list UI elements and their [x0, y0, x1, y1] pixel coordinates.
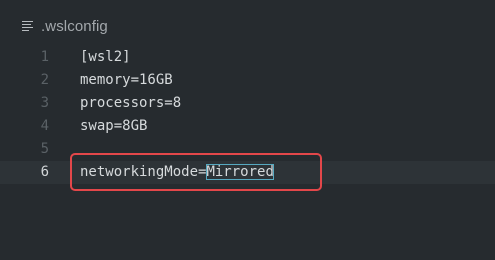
line-text[interactable]: [wsl2]	[80, 46, 131, 69]
code-line[interactable]: 2 memory=16GB	[0, 69, 495, 92]
code-editor[interactable]: .wslconfig 1 [wsl2] 2 memory=16GB 3 proc…	[0, 0, 495, 260]
line-number: 3	[40, 95, 49, 111]
code-line[interactable]: 3 processors=8	[0, 92, 495, 115]
line-text[interactable]: memory=16GB	[80, 69, 173, 92]
line-text[interactable]: swap=8GB	[80, 115, 147, 138]
code-line[interactable]: 4 swap=8GB	[0, 115, 495, 138]
tab-title: .wslconfig	[41, 18, 108, 35]
file-tab[interactable]: .wslconfig	[0, 0, 495, 40]
file-lines-icon	[22, 21, 33, 31]
highlight-box	[70, 153, 322, 191]
line-text[interactable]: processors=8	[80, 92, 181, 115]
code-line[interactable]: 1 [wsl2]	[0, 46, 495, 69]
line-number: 6	[40, 164, 49, 180]
line-number: 4	[40, 118, 49, 134]
line-number: 5	[40, 141, 49, 157]
line-number: 1	[40, 49, 49, 65]
line-number: 2	[40, 72, 49, 88]
